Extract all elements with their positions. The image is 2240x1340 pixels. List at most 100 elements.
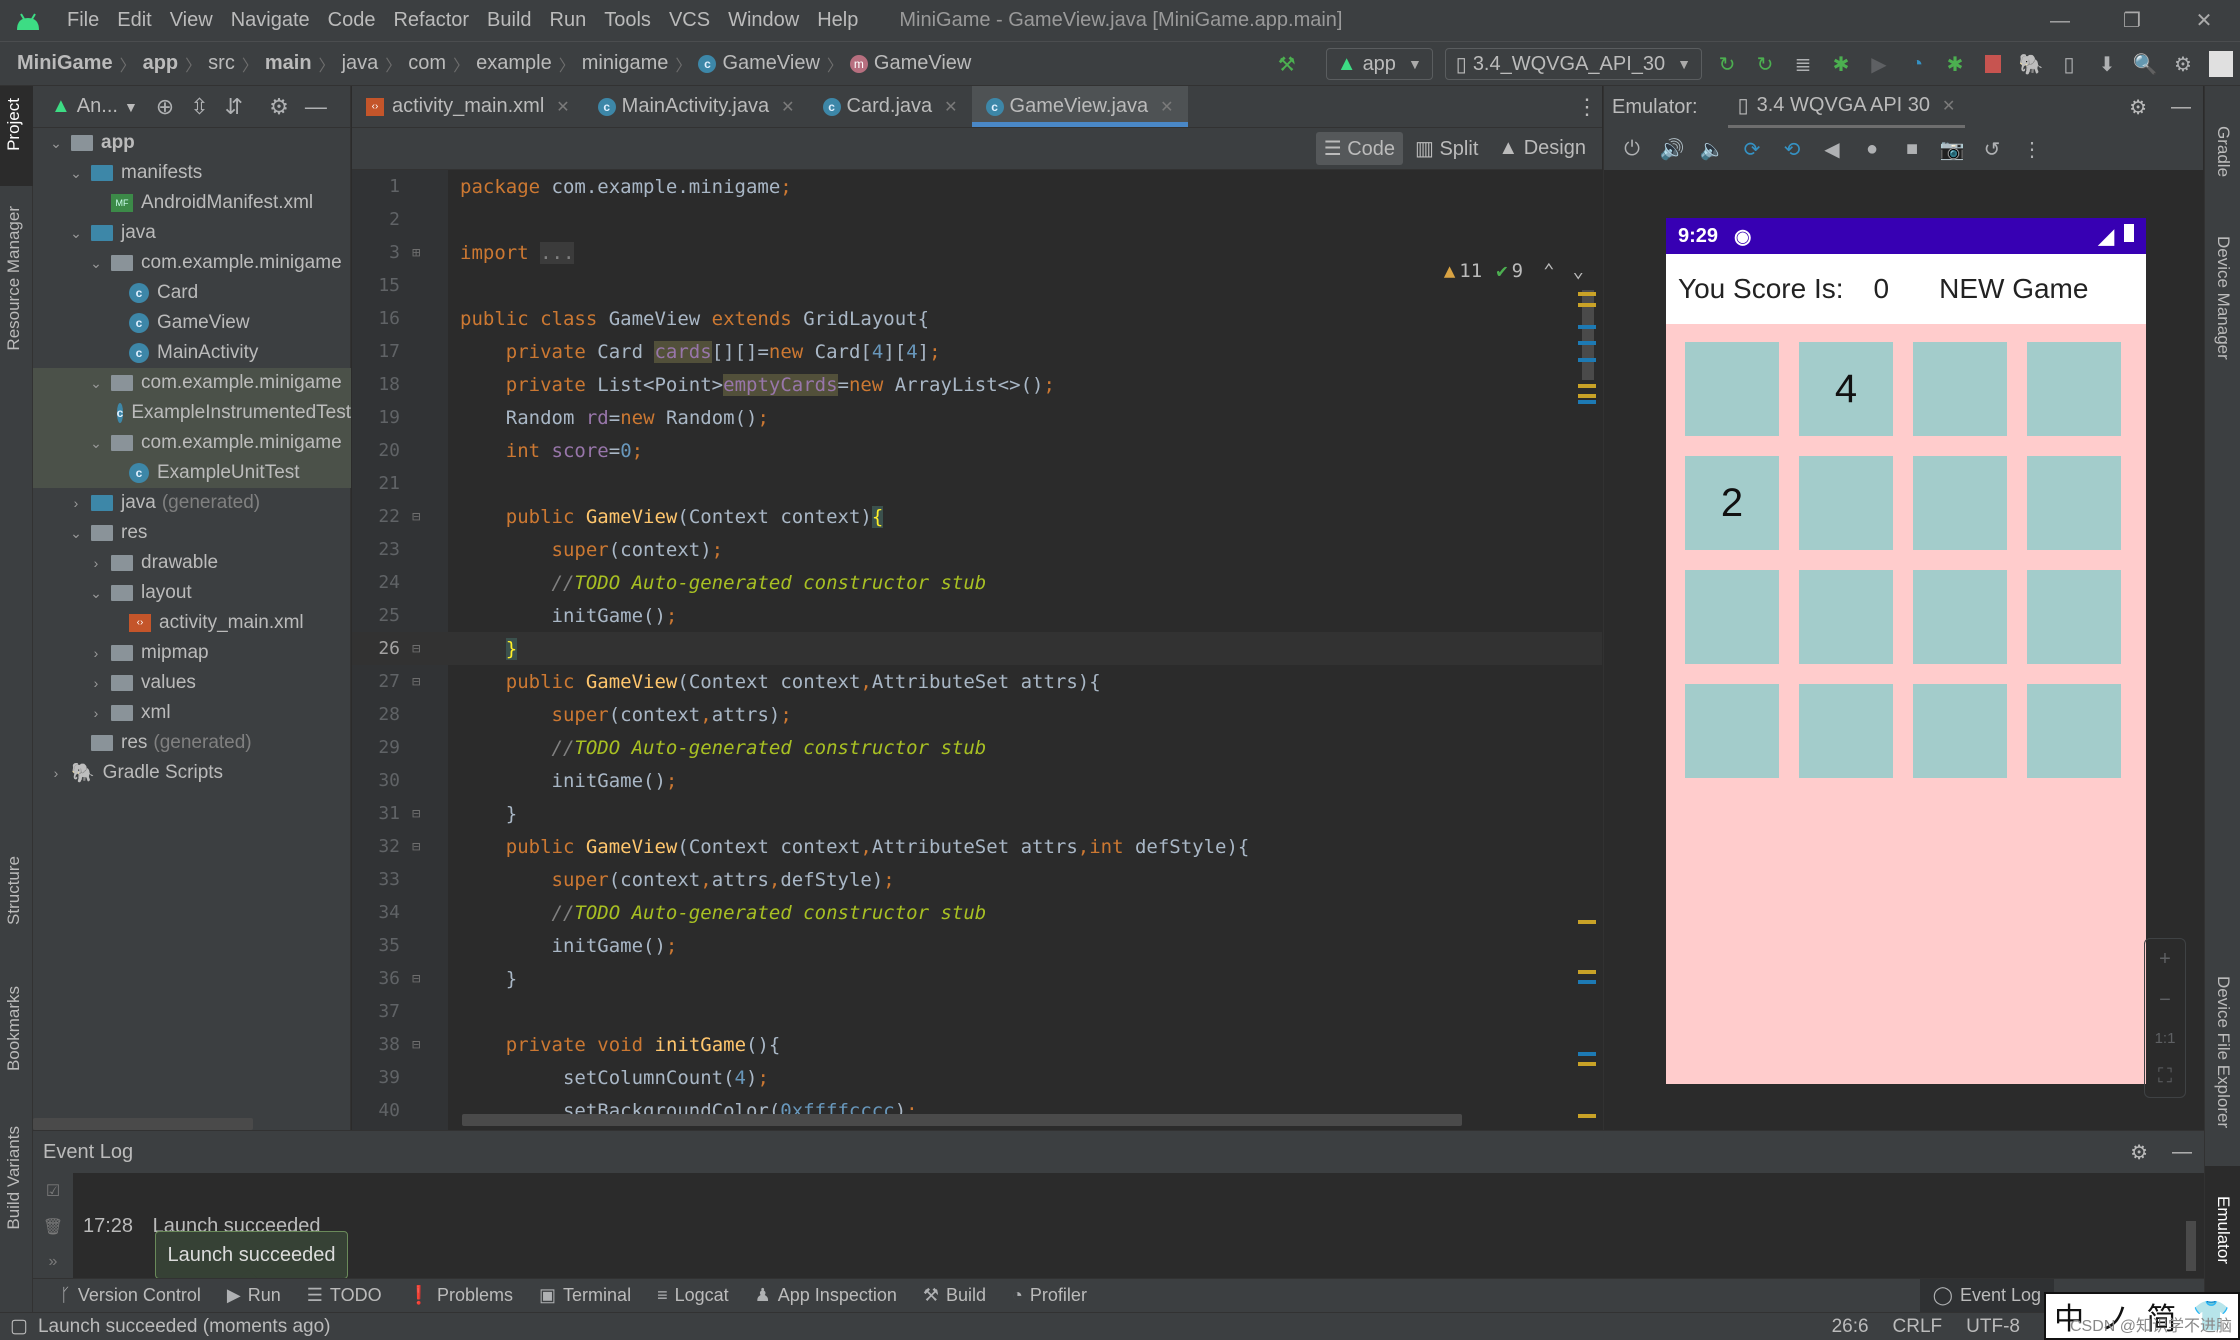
avatar[interactable] — [2204, 47, 2238, 81]
tree-item[interactable]: › drawable — [33, 548, 351, 578]
volume-up-icon[interactable]: 🔊 — [1652, 137, 1692, 162]
breadcrumb-method[interactable]: m GameView — [845, 52, 976, 75]
fold-icon[interactable]: ⊟ — [412, 509, 420, 525]
menu-edit[interactable]: Edit — [108, 9, 160, 32]
breadcrumb-item[interactable]: com — [403, 52, 451, 75]
tool-tab-structure[interactable]: Structure — [4, 856, 24, 925]
close-icon[interactable]: ✕ — [781, 97, 794, 117]
gear-icon[interactable]: ⚙ — [2129, 95, 2147, 120]
chevron-down-icon[interactable]: ⌄ — [87, 375, 105, 392]
fold-icon[interactable]: ⊟ — [412, 1037, 420, 1053]
code-line[interactable]: 15 — [352, 269, 1602, 302]
project-view-select[interactable]: An... — [77, 95, 118, 118]
mode-code-button[interactable]: ☰ Code — [1315, 132, 1404, 165]
tree-item[interactable]: › java (generated) — [33, 488, 351, 518]
tree-item[interactable]: ⌄ com.example.minigame — [33, 368, 351, 398]
menu-help[interactable]: Help — [808, 9, 867, 32]
tab-gameview-java[interactable]: c GameView.java ✕ — [971, 86, 1188, 127]
code-line[interactable]: 24 //TODO Auto-generated constructor stu… — [352, 566, 1602, 599]
error-stripe[interactable] — [1578, 290, 1598, 1190]
tree-item[interactable]: c GameView — [33, 308, 351, 338]
chevron-down-icon[interactable]: ⌄ — [67, 525, 85, 542]
vertical-scrollbar[interactable] — [2186, 1221, 2196, 1271]
rotate-left-icon[interactable]: ⟲ — [1772, 137, 1812, 162]
tree-item[interactable]: ⌄ java — [33, 218, 351, 248]
menu-window[interactable]: Window — [719, 9, 808, 32]
file-encoding[interactable]: UTF-8 — [1966, 1316, 2020, 1338]
tab-mainactivity-java[interactable]: c MainActivity.java ✕ — [584, 86, 809, 127]
mark-read-icon[interactable]: ☑ — [46, 1181, 60, 1201]
chevron-down-icon[interactable]: ⌄ — [87, 435, 105, 452]
chevron-down-icon[interactable]: ⌄ — [47, 135, 65, 152]
tree-item[interactable]: › 🐘 Gradle Scripts — [33, 758, 351, 788]
chevron-right-icon[interactable]: › — [47, 765, 65, 781]
tab-activity-main-xml[interactable]: ‹› activity_main.xml ✕ — [352, 86, 584, 127]
tool-tab-bookmarks[interactable]: Bookmarks — [4, 986, 24, 1071]
tree-item[interactable]: c MainActivity — [33, 338, 351, 368]
collapse-all-icon[interactable]: ⇵ — [225, 94, 243, 120]
tree-item[interactable]: ⌄ res — [33, 518, 351, 548]
fold-icon[interactable]: ⊟ — [412, 641, 420, 657]
tool-tab-resource-manager[interactable]: Resource Manager — [4, 206, 24, 351]
phone-screen[interactable]: 9:29 ◉ ◢ You Score Is: 0 NEW Game 42 — [1666, 218, 2146, 1084]
more-vertical-icon[interactable]: ⋮ — [2012, 137, 2052, 162]
gear-icon[interactable]: ⚙ — [269, 94, 289, 120]
menu-navigate[interactable]: Navigate — [222, 9, 319, 32]
code-line[interactable]: 36 } ⊟ — [352, 962, 1602, 995]
run-tests-icon[interactable]: ≣ — [1786, 47, 1820, 81]
code-line[interactable]: 33 super(context,attrs,defStyle); — [352, 863, 1602, 896]
code-line[interactable]: 28 super(context,attrs); — [352, 698, 1602, 731]
zoom-actual-size-button[interactable]: 1:1 — [2155, 1030, 2176, 1047]
menu-file[interactable]: File — [58, 9, 108, 32]
breadcrumb-item[interactable]: main — [260, 52, 317, 75]
gear-icon[interactable]: ⚙ — [2130, 1140, 2148, 1165]
tree-item[interactable]: c ExampleUnitTest — [33, 458, 351, 488]
breadcrumb-item[interactable]: example — [471, 52, 557, 75]
code-line[interactable]: 34 //TODO Auto-generated constructor stu… — [352, 896, 1602, 929]
breadcrumb-item[interactable]: MiniGame — [12, 52, 118, 75]
tool-logcat[interactable]: ≡ Logcat — [644, 1285, 742, 1306]
home-icon[interactable]: ● — [1852, 138, 1892, 161]
breadcrumb-item[interactable]: src — [203, 52, 240, 75]
maximize-button[interactable]: ❐ — [2096, 0, 2168, 42]
tool-terminal[interactable]: ▣ Terminal — [526, 1285, 644, 1306]
code-line[interactable]: 26 } ⊟ — [352, 632, 1602, 665]
mode-split-button[interactable]: ▥ Split — [1407, 132, 1486, 165]
power-icon[interactable]: ⏻ — [1612, 138, 1652, 161]
code-line[interactable]: 29 //TODO Auto-generated constructor stu… — [352, 731, 1602, 764]
chevron-down-icon[interactable]: ⌄ — [87, 255, 105, 272]
chevron-down-icon[interactable]: ⌄ — [1573, 260, 1584, 282]
caret-position[interactable]: 26:6 — [1832, 1316, 1869, 1338]
zoom-out-icon[interactable]: − — [2159, 989, 2171, 1012]
chevron-right-icon[interactable]: › — [87, 675, 105, 691]
status-message[interactable]: Launch succeeded (moments ago) — [38, 1316, 331, 1338]
code-area[interactable]: 1 package com.example.minigame; 2 3 import .… — [352, 170, 1602, 1130]
menu-view[interactable]: View — [161, 9, 222, 32]
locate-icon[interactable]: ⊕ — [156, 94, 174, 120]
device-select[interactable]: ▯ 3.4_WQVGA_API_30 ▼ — [1444, 48, 1702, 80]
fold-icon[interactable]: ⊟ — [412, 674, 420, 690]
overview-icon[interactable]: ■ — [1892, 138, 1932, 161]
breadcrumb-item[interactable]: java — [337, 52, 384, 75]
tree-item[interactable]: MF AndroidManifest.xml — [33, 188, 351, 218]
chevron-down-icon[interactable]: ⌄ — [67, 225, 85, 242]
code-line[interactable]: 23 super(context); — [352, 533, 1602, 566]
fold-icon[interactable]: ⊟ — [412, 839, 420, 855]
code-line[interactable]: 30 initGame(); — [352, 764, 1602, 797]
minimize-button[interactable]: — — [2024, 0, 2096, 42]
run-config-select[interactable]: ▲ app ▼ — [1325, 48, 1433, 80]
device-manager-icon[interactable]: ▯ — [2052, 47, 2086, 81]
menu-code[interactable]: Code — [319, 9, 385, 32]
minimize-panel-icon[interactable]: — — [2172, 1141, 2192, 1164]
back-icon[interactable]: ◀ — [1812, 137, 1852, 162]
code-line[interactable]: 32 public GameView(Context context,Attri… — [352, 830, 1602, 863]
chevron-up-icon[interactable]: ⌃ — [1543, 260, 1554, 282]
tree-item[interactable]: ‹› activity_main.xml — [33, 608, 351, 638]
tool-todo[interactable]: ☰ TODO — [294, 1285, 395, 1306]
more-icon[interactable]: » — [49, 1253, 58, 1271]
tree-item[interactable]: › xml — [33, 698, 351, 728]
tree-item[interactable]: › mipmap — [33, 638, 351, 668]
apply-changes-restart-icon[interactable]: ↻ — [1710, 47, 1744, 81]
tool-build[interactable]: ⚒ Build — [910, 1285, 999, 1306]
volume-down-icon[interactable]: 🔈 — [1692, 137, 1732, 162]
